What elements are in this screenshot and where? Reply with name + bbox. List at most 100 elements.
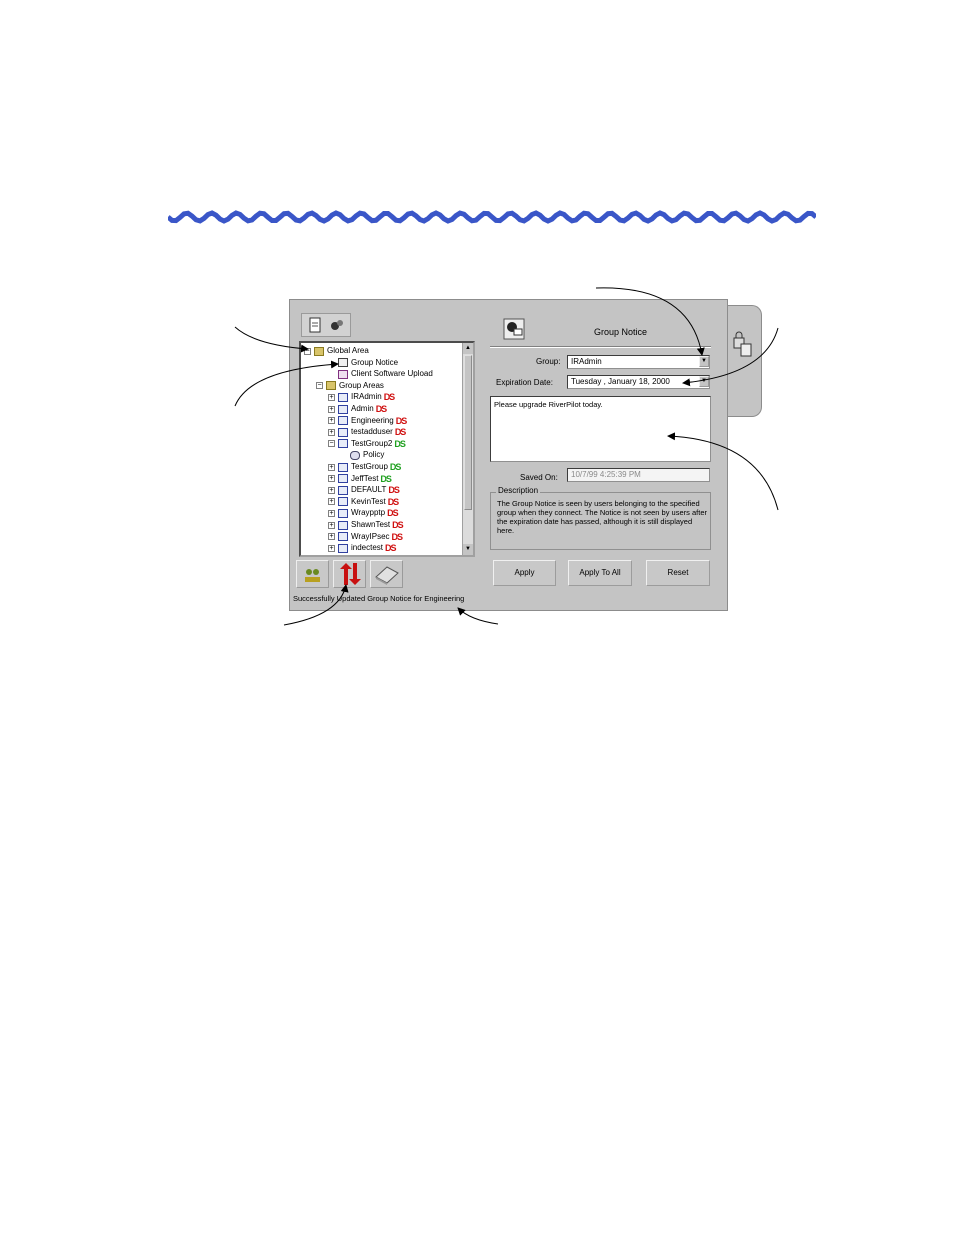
folder-icon	[326, 381, 336, 391]
ds-badge: DS	[389, 462, 401, 472]
tree-node-label: WrayIPsec	[351, 531, 390, 541]
ds-badge: DS	[394, 438, 405, 449]
group-icon	[338, 392, 348, 402]
tree-node-label: ShawnTest	[351, 520, 391, 529]
expand-icon[interactable]: +	[328, 509, 335, 517]
tree-node-label: indectest	[351, 543, 384, 553]
expand-icon[interactable]: +	[328, 544, 335, 552]
expand-icon[interactable]: +	[328, 533, 335, 541]
users-nav-button[interactable]	[296, 560, 329, 588]
saved-on-field: 10/7/99 4:25:39 PM	[567, 468, 710, 482]
tree-node[interactable]: + ShawnTest DS	[328, 519, 404, 531]
ds-badge: DS	[380, 473, 391, 484]
description-label: Description	[496, 486, 541, 495]
expiration-date-field[interactable]: Tuesday , January 18, 2000	[567, 375, 710, 389]
tree-node[interactable]: + testadduser DS	[328, 426, 406, 438]
tree-node-label: TestGroup2	[351, 438, 393, 448]
tree-node-label: Group Areas	[339, 380, 384, 390]
tree-node-label: KevinTest	[351, 496, 386, 506]
tree-scrollbar[interactable]: ▲ ▼	[462, 343, 473, 555]
group-icon	[338, 520, 348, 530]
folder-icon	[314, 346, 324, 356]
group-icon	[338, 474, 348, 484]
expiration-label: Expiration Date:	[496, 378, 553, 387]
reset-button[interactable]: Reset	[646, 560, 710, 586]
status-bar: Successfully Updated Group Notice for En…	[293, 594, 465, 603]
apply-to-all-button[interactable]: Apply To All	[568, 560, 632, 586]
up-down-arrows-icon	[340, 563, 361, 585]
group-icon	[338, 439, 348, 449]
tree-node[interactable]: Policy	[340, 449, 384, 461]
users-icon	[305, 569, 320, 582]
policy-icon	[350, 450, 360, 460]
tree-node[interactable]: + IRAdmin DS	[328, 391, 395, 403]
group-icon	[338, 532, 348, 542]
tree-node[interactable]: Client Software Upload	[328, 368, 433, 380]
tree-node[interactable]: − TestGroup2 DS	[328, 438, 406, 450]
tree-node-label: Group Notice	[351, 357, 399, 367]
collapse-icon[interactable]: −	[328, 440, 335, 448]
description-text: The Group Notice is seen by users belong…	[497, 499, 707, 535]
notice-icon	[338, 358, 348, 368]
tree-node-label: TestGroup	[351, 462, 388, 471]
tree-node[interactable]: + TestGroup DS	[328, 461, 401, 473]
tree-node[interactable]: Group Notice	[328, 357, 398, 369]
scroll-up-icon[interactable]: ▲	[463, 343, 473, 354]
expand-icon[interactable]: +	[328, 405, 335, 413]
padlock-icon[interactable]	[732, 330, 754, 360]
tree-node-label: Admin	[351, 404, 374, 413]
expand-icon[interactable]: +	[328, 428, 335, 436]
tree-node[interactable]: + DEFAULT DS	[328, 484, 400, 496]
scroll-thumb[interactable]	[464, 355, 472, 510]
tree-node-label: IRAdmin	[351, 392, 382, 402]
wave-divider	[168, 210, 816, 224]
tree-node[interactable]: + JeffTest DS	[328, 473, 392, 485]
expand-icon[interactable]: +	[328, 486, 335, 494]
tree-node-label: Engineering	[351, 415, 394, 425]
expand-icon[interactable]: +	[328, 393, 335, 401]
ds-badge: DS	[387, 496, 399, 507]
side-tab[interactable]	[722, 305, 762, 417]
group-icon	[338, 497, 348, 507]
group-icon	[338, 404, 348, 414]
ds-badge: DS	[375, 404, 387, 414]
collapse-icon[interactable]: −	[304, 347, 311, 355]
tree-node-label: Client Software Upload	[351, 369, 433, 379]
group-tree[interactable]: − Global Area Group Notice Client Software …	[299, 341, 475, 557]
notebook-icon	[375, 566, 399, 585]
tree-node[interactable]: + WrayIPsec DS	[328, 531, 403, 543]
tree-node[interactable]: + Wraypptp DS	[328, 507, 399, 519]
tree-node[interactable]: − Group Areas	[316, 380, 384, 392]
tree-node-label: DEFAULT	[351, 485, 387, 495]
apply-button[interactable]: Apply	[493, 560, 556, 586]
expiration-dropdown-icon[interactable]: ▼	[699, 376, 709, 387]
ds-badge: DS	[388, 485, 399, 496]
group-dropdown-icon[interactable]: ▼	[699, 356, 709, 367]
ds-badge: DS	[392, 520, 403, 530]
scroll-down-icon[interactable]: ▼	[463, 544, 473, 555]
tree-node[interactable]: + KevinTest DS	[328, 496, 399, 508]
tree-node[interactable]: + indectest DS	[328, 542, 397, 554]
expand-icon[interactable]: +	[328, 475, 335, 483]
tree-node-label: Global Area	[327, 346, 369, 355]
new-document-icon[interactable]	[307, 317, 323, 333]
settings-nav-button[interactable]	[370, 560, 403, 588]
notice-message-input[interactable]: Please upgrade RiverPilot today.	[490, 396, 711, 462]
collapse-icon[interactable]: −	[316, 382, 323, 390]
transfer-nav-button[interactable]	[333, 560, 366, 588]
ds-badge: DS	[385, 543, 396, 554]
group-notice-icon	[503, 318, 525, 340]
group-icon	[338, 462, 348, 472]
group-icon	[338, 508, 348, 518]
group-icon	[338, 427, 348, 437]
expand-icon[interactable]: +	[328, 521, 335, 529]
group-select[interactable]: IRAdmin	[567, 355, 710, 369]
tree-node[interactable]: + Admin DS	[328, 403, 387, 415]
tree-node[interactable]: + Engineering DS	[328, 415, 407, 427]
expand-icon[interactable]: +	[328, 417, 335, 425]
expand-icon[interactable]: +	[328, 463, 335, 471]
expand-icon[interactable]: +	[328, 498, 335, 506]
connect-icon[interactable]	[329, 317, 345, 333]
left-toolbar	[301, 313, 351, 337]
tree-node[interactable]: − Global Area	[304, 345, 369, 357]
